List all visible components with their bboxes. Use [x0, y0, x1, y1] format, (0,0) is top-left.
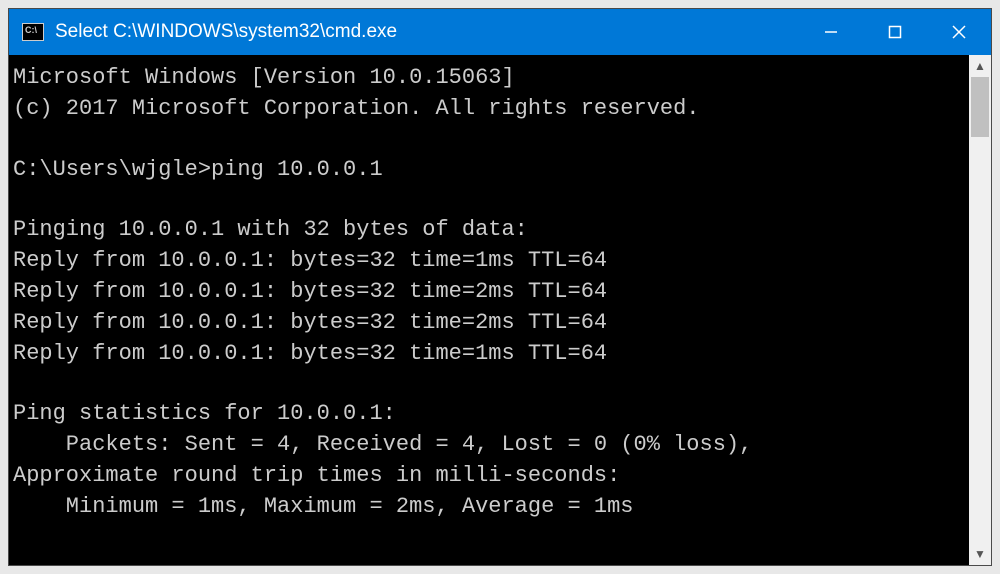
close-button[interactable]: [927, 9, 991, 55]
window-controls: [799, 9, 991, 55]
maximize-button[interactable]: [863, 9, 927, 55]
terminal-output[interactable]: Microsoft Windows [Version 10.0.15063](c…: [9, 55, 969, 565]
minimize-button[interactable]: [799, 9, 863, 55]
terminal-line: Reply from 10.0.0.1: bytes=32 time=1ms T…: [13, 246, 969, 277]
window-title: Select C:\WINDOWS\system32\cmd.exe: [55, 21, 799, 43]
scroll-thumb[interactable]: [971, 77, 989, 137]
terminal-line: (c) 2017 Microsoft Corporation. All righ…: [13, 94, 969, 125]
client-area: Microsoft Windows [Version 10.0.15063](c…: [9, 55, 991, 565]
terminal-line: Minimum = 1ms, Maximum = 2ms, Average = …: [13, 492, 969, 523]
chevron-up-icon: ▲: [974, 59, 986, 73]
terminal-line: [13, 369, 969, 399]
titlebar[interactable]: C:\ Select C:\WINDOWS\system32\cmd.exe: [9, 9, 991, 55]
cmd-app-icon: C:\: [21, 22, 45, 42]
cmd-window: C:\ Select C:\WINDOWS\system32\cmd.exe: [8, 8, 992, 566]
close-icon: [951, 24, 967, 40]
terminal-line: C:\Users\wjgle>ping 10.0.0.1: [13, 155, 969, 186]
terminal-line: Reply from 10.0.0.1: bytes=32 time=2ms T…: [13, 277, 969, 308]
terminal-line: Packets: Sent = 4, Received = 4, Lost = …: [13, 430, 969, 461]
terminal-line: [13, 125, 969, 155]
terminal-line: Reply from 10.0.0.1: bytes=32 time=1ms T…: [13, 339, 969, 370]
terminal-line: Pinging 10.0.0.1 with 32 bytes of data:: [13, 215, 969, 246]
minimize-icon: [824, 25, 838, 39]
vertical-scrollbar[interactable]: ▲ ▼: [969, 55, 991, 565]
terminal-line: Approximate round trip times in milli-se…: [13, 461, 969, 492]
terminal-line: [13, 185, 969, 215]
scroll-up-button[interactable]: ▲: [969, 55, 991, 77]
terminal-line: Reply from 10.0.0.1: bytes=32 time=2ms T…: [13, 308, 969, 339]
terminal-line: Microsoft Windows [Version 10.0.15063]: [13, 63, 969, 94]
maximize-icon: [888, 25, 902, 39]
scroll-down-button[interactable]: ▼: [969, 543, 991, 565]
chevron-down-icon: ▼: [974, 547, 986, 561]
terminal-line: Ping statistics for 10.0.0.1:: [13, 399, 969, 430]
